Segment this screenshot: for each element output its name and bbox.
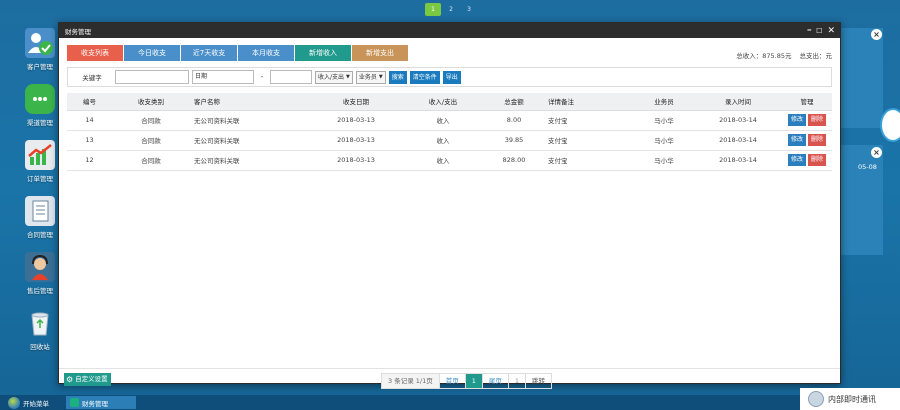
tab-add-expense[interactable]: 新增支出 [352,45,408,61]
tab-list[interactable]: 收支列表 [67,45,123,61]
desktop-page-3[interactable]: 3 [461,3,477,16]
chevron-down-icon: ▼ [378,73,383,80]
start-menu-button[interactable]: 开始菜单 [8,396,49,409]
delete-button[interactable]: 删除 [808,114,827,126]
tab-add-income[interactable]: 新增收入 [295,45,351,61]
taskbar-item-finance[interactable]: 财务管理 [66,396,136,409]
total-income: 总收入：875.85元 [736,52,792,60]
avatar [808,391,824,407]
delete-button[interactable]: 删除 [808,154,827,166]
recycle-bin-icon [25,308,55,338]
desktop-page-2[interactable]: 2 [443,3,459,16]
col-manage: 管理 [782,93,832,111]
finance-app-icon [70,398,79,407]
edit-button[interactable]: 修改 [787,154,806,166]
tab-last7[interactable]: 近7天收支 [181,45,237,61]
staff-select[interactable]: 业务员 ▼ [355,70,386,84]
jump-button[interactable]: 跳转 [526,374,551,388]
col-customer: 客户名称 [190,93,310,111]
im-chat-button[interactable]: 内部即时通讯 [800,388,900,410]
headset-user-icon [25,252,55,282]
taskbar: 开始菜单 财务管理 [0,395,900,410]
window-body: 收支列表 今日收支 近7天收支 本月收支 新增收入 新增支出 总收入：875.8… [59,38,840,389]
chevron-down-icon: ▼ [346,73,350,80]
col-type: 收入/支出 [402,93,484,111]
customer-check-icon [25,28,55,58]
window-titlebar[interactable]: 财务管理 ━ ☐ ✕ [59,23,840,38]
desktop-icon-channel[interactable]: 渠道管理 [18,84,62,140]
goto-page-input[interactable]: 1 [509,374,527,388]
floating-ball-icon[interactable] [880,108,900,142]
record-count: 3 条记录 1/1页 [382,374,440,388]
row-actions: 修改 删除 [782,130,832,151]
custom-settings-button[interactable]: ⚙ 自定义设置 [64,373,111,386]
desktop-icon-aftersale[interactable]: 售后管理 [18,252,62,308]
date-separator: - [260,73,264,81]
filter-bar: 关键字 日期 - 收入/支出 ▼ 业务员 ▼ 搜索 清空条件 导出 [67,67,832,87]
table-row[interactable]: 12 合同款 无公司资料关联 2018-03-13 收入 828.00 支付宝 … [67,150,832,171]
edit-button[interactable]: 修改 [787,134,806,146]
type-select[interactable]: 收入/支出 ▼ [315,70,353,84]
totals: 总收入：875.85元 总支出：元 [736,50,832,60]
col-entry-time: 录入时间 [694,93,782,111]
col-amount: 总金额 [484,93,544,111]
desktop-icon-recycle[interactable]: 回收站 [18,308,62,364]
finance-window: 财务管理 ━ ☐ ✕ 收支列表 今日收支 近7天收支 本月收支 新增收入 新增支… [58,22,841,389]
window-controls: ━ ☐ ✕ [808,23,835,38]
bg-widget-close-icon[interactable]: × [871,29,882,40]
desktop-icon-contract[interactable]: 合同管理 [18,196,62,252]
last-page-link[interactable]: 尾页 [483,374,509,388]
delete-button[interactable]: 删除 [808,134,827,146]
tab-bar: 收支列表 今日收支 近7天收支 本月收支 新增收入 新增支出 [67,45,832,61]
col-note: 详情备注 [544,93,634,111]
col-staff: 业务员 [634,93,694,111]
current-page[interactable]: 1 [465,374,483,388]
col-date: 收支日期 [310,93,402,111]
gear-icon: ⚙ [66,375,74,384]
desktop-pager: 1 2 3 [425,3,477,16]
row-actions: 修改 删除 [782,150,832,171]
desktop-page-1[interactable]: 1 [425,3,441,16]
keyword-label: 关键字 [82,74,102,82]
finance-table: 编号 收支类别 客户名称 收支日期 收入/支出 总金额 详情备注 业务员 录入时… [67,93,832,171]
row-actions: 修改 删除 [782,110,832,131]
document-icon [25,196,55,226]
tab-today[interactable]: 今日收支 [124,45,180,61]
total-expense: 总支出：元 [799,52,833,60]
date-from-input[interactable]: 日期 [192,70,254,84]
tab-month[interactable]: 本月收支 [238,45,294,61]
bg-widget-bottom: 05-08 [841,145,883,255]
table-row[interactable]: 13 合同款 无公司资料关联 2018-03-13 收入 39.85 支付宝 马… [67,130,832,151]
desktop-icons: 客户管理 渠道管理 订单管理 合同管理 售后管理 回收站 [18,28,62,364]
window-title: 财务管理 [65,27,91,36]
start-orb-icon [8,396,20,409]
pagination: 3 条记录 1/1页 首页 1 尾页 1 跳转 [381,373,553,389]
first-page-link[interactable]: 首页 [440,374,466,388]
bg-widget-close-icon-2[interactable]: × [871,147,882,158]
bg-widget-top [841,28,883,128]
bg-widget-date: 05-08 [858,163,877,171]
chart-up-icon [25,140,55,170]
col-id: 编号 [67,93,112,111]
date-to-input[interactable] [270,70,312,84]
close-icon[interactable]: ✕ [827,26,835,36]
desktop-icon-customer[interactable]: 客户管理 [18,28,62,84]
clear-filter-button[interactable]: 清空条件 [409,70,440,84]
col-category: 收支类别 [112,93,190,111]
window-footer: ⚙ 自定义设置 3 条记录 1/1页 首页 1 尾页 1 跳转 [59,368,840,392]
desktop-icon-order[interactable]: 订单管理 [18,140,62,196]
date-label: 日期 [195,73,208,80]
edit-button[interactable]: 修改 [787,114,806,126]
table-row[interactable]: 14 合同款 无公司资料关联 2018-03-13 收入 8.00 支付宝 马小… [67,110,832,131]
table-header: 编号 收支类别 客户名称 收支日期 收入/支出 总金额 详情备注 业务员 录入时… [67,93,832,111]
keyword-input[interactable] [115,70,189,84]
minimize-icon[interactable]: ━ [808,27,812,34]
chat-bubble-icon [25,84,55,114]
maximize-icon[interactable]: ☐ [816,27,822,35]
export-button[interactable]: 导出 [442,70,461,84]
search-button[interactable]: 搜索 [388,70,407,84]
